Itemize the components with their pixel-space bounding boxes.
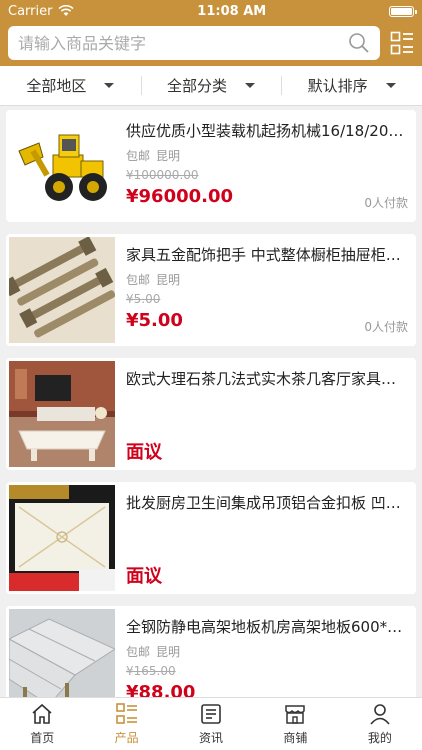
product-title[interactable]: 供应优质小型装载机起扬机械16/18/20/2… <box>126 120 408 141</box>
tab-mine[interactable]: 我的 <box>338 698 422 750</box>
payment-count: 0人付款 <box>364 196 408 210</box>
product-image <box>9 485 115 591</box>
product-image <box>9 361 115 467</box>
filter-region[interactable]: 全部地区 <box>0 66 141 105</box>
search-icon[interactable] <box>348 32 370 54</box>
caret-down-icon <box>245 83 256 88</box>
shipping-label: 包邮 <box>126 273 151 287</box>
product-title[interactable]: 欧式大理石茶几法式实木茶几客厅家具法… <box>126 368 408 389</box>
product-card[interactable]: 批发厨房卫生间集成吊顶铝合金扣板 凹… 面议 <box>6 482 416 594</box>
list-grid-icon <box>115 703 137 724</box>
original-price: ¥100000.00 <box>126 168 199 182</box>
filter-bar: 全部地区 全部分类 默认排序 <box>0 66 422 106</box>
sale-price: ¥96000.00 <box>126 186 234 207</box>
product-image <box>9 237 115 343</box>
caret-down-icon <box>385 83 396 88</box>
original-price: ¥165.00 <box>126 664 176 678</box>
tab-label: 我的 <box>367 731 392 745</box>
product-image <box>9 609 115 697</box>
sale-price: ¥88.00 <box>126 682 196 697</box>
tab-products[interactable]: 产品 <box>84 698 168 750</box>
carrier-label: Carrier <box>8 3 53 19</box>
search-box[interactable] <box>8 26 380 60</box>
tab-label: 商铺 <box>283 731 308 745</box>
shipping-label: 包邮 <box>126 149 151 163</box>
original-price: ¥5.00 <box>126 292 161 306</box>
caret-down-icon <box>104 83 115 88</box>
price-negotiable: 面议 <box>126 442 162 463</box>
shipping-label: 包邮 <box>126 645 151 659</box>
product-title[interactable]: 批发厨房卫生间集成吊顶铝合金扣板 凹… <box>126 492 408 513</box>
product-meta: 包邮 昆明 <box>126 643 408 660</box>
tab-label: 产品 <box>114 731 139 745</box>
product-card[interactable]: 供应优质小型装载机起扬机械16/18/20/2… 包邮 昆明 ¥100000.00… <box>6 110 416 222</box>
search-input[interactable] <box>18 33 348 53</box>
tab-shops[interactable]: 商铺 <box>253 698 337 750</box>
news-icon <box>201 704 221 724</box>
city-label: 昆明 <box>156 645 181 659</box>
status-time: 11:08 AM <box>197 3 267 19</box>
shop-icon <box>285 705 306 724</box>
tab-home[interactable]: 首页 <box>0 698 84 750</box>
filter-label: 默认排序 <box>307 77 368 95</box>
product-card[interactable]: 欧式大理石茶几法式实木茶几客厅家具法… 面议 <box>6 358 416 470</box>
category-menu-icon[interactable] <box>390 31 414 55</box>
filter-label: 全部地区 <box>26 77 87 95</box>
payment-count: 0人付款 <box>364 320 408 334</box>
header: Carrier 11:08 AM <box>0 0 422 66</box>
tab-label: 首页 <box>30 731 55 745</box>
tab-news[interactable]: 资讯 <box>169 698 253 750</box>
product-list[interactable]: 供应优质小型装载机起扬机械16/18/20/2… 包邮 昆明 ¥100000.00… <box>0 110 422 697</box>
product-meta: 包邮 昆明 <box>126 147 408 164</box>
status-bar: Carrier 11:08 AM <box>0 0 422 22</box>
bottom-tab-bar: 首页 产品 资讯 商铺 我的 <box>0 697 422 750</box>
filter-sort[interactable]: 默认排序 <box>281 66 422 105</box>
product-meta: 包邮 昆明 <box>126 271 408 288</box>
product-card[interactable]: 全钢防静电高架地板机房高架地板600*6… 包邮 昆明 ¥165.00 ¥88.0… <box>6 606 416 697</box>
city-label: 昆明 <box>156 273 181 287</box>
price-negotiable: 面议 <box>126 566 162 587</box>
wifi-icon <box>58 5 75 16</box>
battery-icon <box>389 5 417 17</box>
filter-label: 全部分类 <box>167 77 228 95</box>
sale-price: ¥5.00 <box>126 310 183 331</box>
home-icon <box>32 703 52 724</box>
product-card[interactable]: 家具五金配饰把手 中式整体橱柜抽屉柜… 包邮 昆明 ¥5.00 ¥5.00 0人付… <box>6 234 416 346</box>
filter-category[interactable]: 全部分类 <box>140 66 282 105</box>
tab-label: 资讯 <box>199 731 224 745</box>
product-title[interactable]: 全钢防静电高架地板机房高架地板600*6… <box>126 616 408 637</box>
city-label: 昆明 <box>156 149 181 163</box>
product-title[interactable]: 家具五金配饰把手 中式整体橱柜抽屉柜… <box>126 244 408 265</box>
product-image <box>9 113 115 219</box>
user-icon <box>370 704 390 725</box>
